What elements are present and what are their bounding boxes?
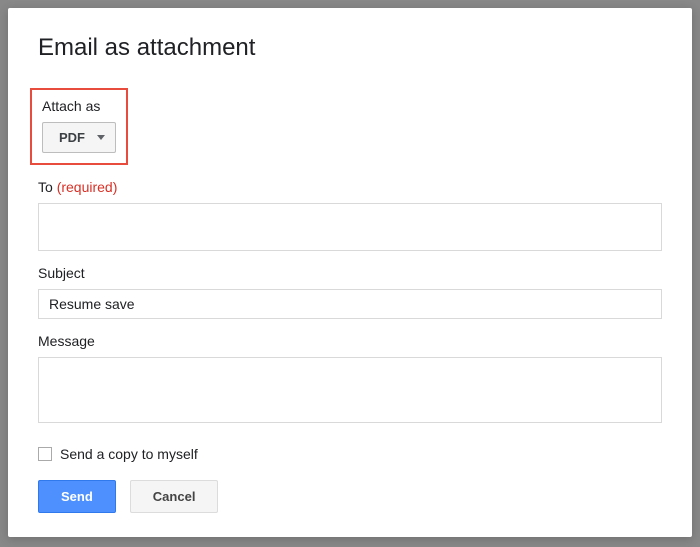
attach-format-dropdown[interactable]: PDF xyxy=(42,122,116,153)
message-field-group: Message xyxy=(38,333,662,428)
attach-as-highlight: Attach as PDF xyxy=(30,88,128,165)
copy-myself-checkbox[interactable] xyxy=(38,447,52,461)
email-attachment-dialog: Email as attachment Attach as PDF To (re… xyxy=(8,8,692,537)
dialog-title: Email as attachment xyxy=(38,34,662,62)
copy-myself-label: Send a copy to myself xyxy=(60,446,198,462)
send-button[interactable]: Send xyxy=(38,480,116,513)
subject-input[interactable] xyxy=(38,289,662,319)
cancel-button[interactable]: Cancel xyxy=(130,480,219,513)
to-required-text: (required) xyxy=(57,179,118,195)
to-label: To (required) xyxy=(38,179,662,195)
dialog-button-row: Send Cancel xyxy=(38,480,662,513)
attach-format-selected: PDF xyxy=(59,130,85,145)
copy-myself-row: Send a copy to myself xyxy=(38,446,662,462)
to-input[interactable] xyxy=(38,203,662,251)
to-label-text: To xyxy=(38,179,53,195)
message-input[interactable] xyxy=(38,357,662,423)
to-field-group: To (required) xyxy=(38,179,662,251)
subject-field-group: Subject xyxy=(38,265,662,319)
attach-as-label: Attach as xyxy=(42,98,116,114)
subject-label: Subject xyxy=(38,265,662,281)
message-label: Message xyxy=(38,333,662,349)
chevron-down-icon xyxy=(97,135,105,140)
